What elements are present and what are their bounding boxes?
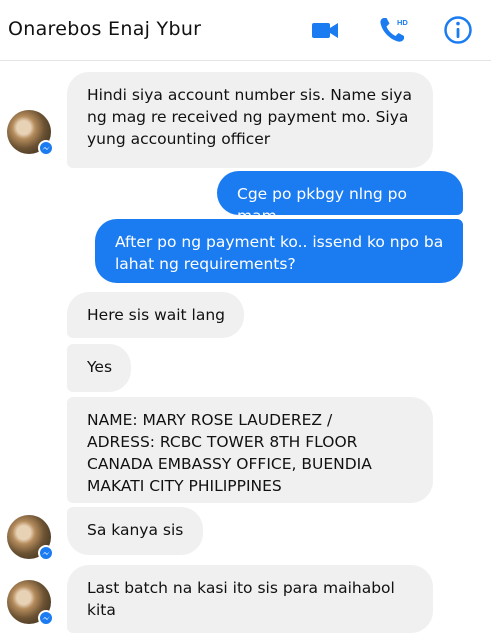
message-thread[interactable]: Hindi siya account number sis. Name siya…: [0, 60, 491, 640]
contact-name[interactable]: Onarebos Enaj Ybur: [8, 18, 201, 40]
video-call-icon: [312, 23, 338, 38]
messenger-badge-icon: [38, 545, 54, 561]
voice-call-button[interactable]: HD: [377, 14, 409, 46]
message-bubble-outgoing[interactable]: After po ng payment ko.. issend ko npo b…: [95, 219, 463, 283]
message-bubble-incoming[interactable]: Sa kanya sis: [67, 507, 203, 555]
phone-call-icon: HD: [380, 18, 408, 42]
info-icon: [444, 16, 472, 44]
contact-avatar[interactable]: [7, 580, 54, 626]
messenger-badge-icon: [38, 140, 54, 156]
message-bubble-incoming[interactable]: NAME: MARY ROSE LAUDEREZ / ADRESS: RCBC …: [67, 397, 433, 503]
message-bubble-incoming[interactable]: Yes: [67, 344, 131, 392]
message-bubble-incoming[interactable]: Last batch na kasi ito sis para maihabol…: [67, 565, 433, 633]
info-button[interactable]: [442, 14, 474, 46]
video-call-button[interactable]: [309, 14, 341, 46]
chat-header: Onarebos Enaj Ybur HD: [0, 0, 491, 61]
contact-avatar[interactable]: [7, 515, 54, 561]
message-bubble-outgoing[interactable]: Cge po pkbgy nlng po mam: [217, 171, 463, 225]
contact-avatar[interactable]: [7, 110, 54, 156]
messenger-badge-icon: [38, 610, 54, 626]
message-bubble-incoming[interactable]: Here sis wait lang: [67, 292, 244, 338]
message-bubble-incoming[interactable]: Hindi siya account number sis. Name siya…: [67, 72, 433, 168]
hd-badge: HD: [397, 18, 408, 27]
